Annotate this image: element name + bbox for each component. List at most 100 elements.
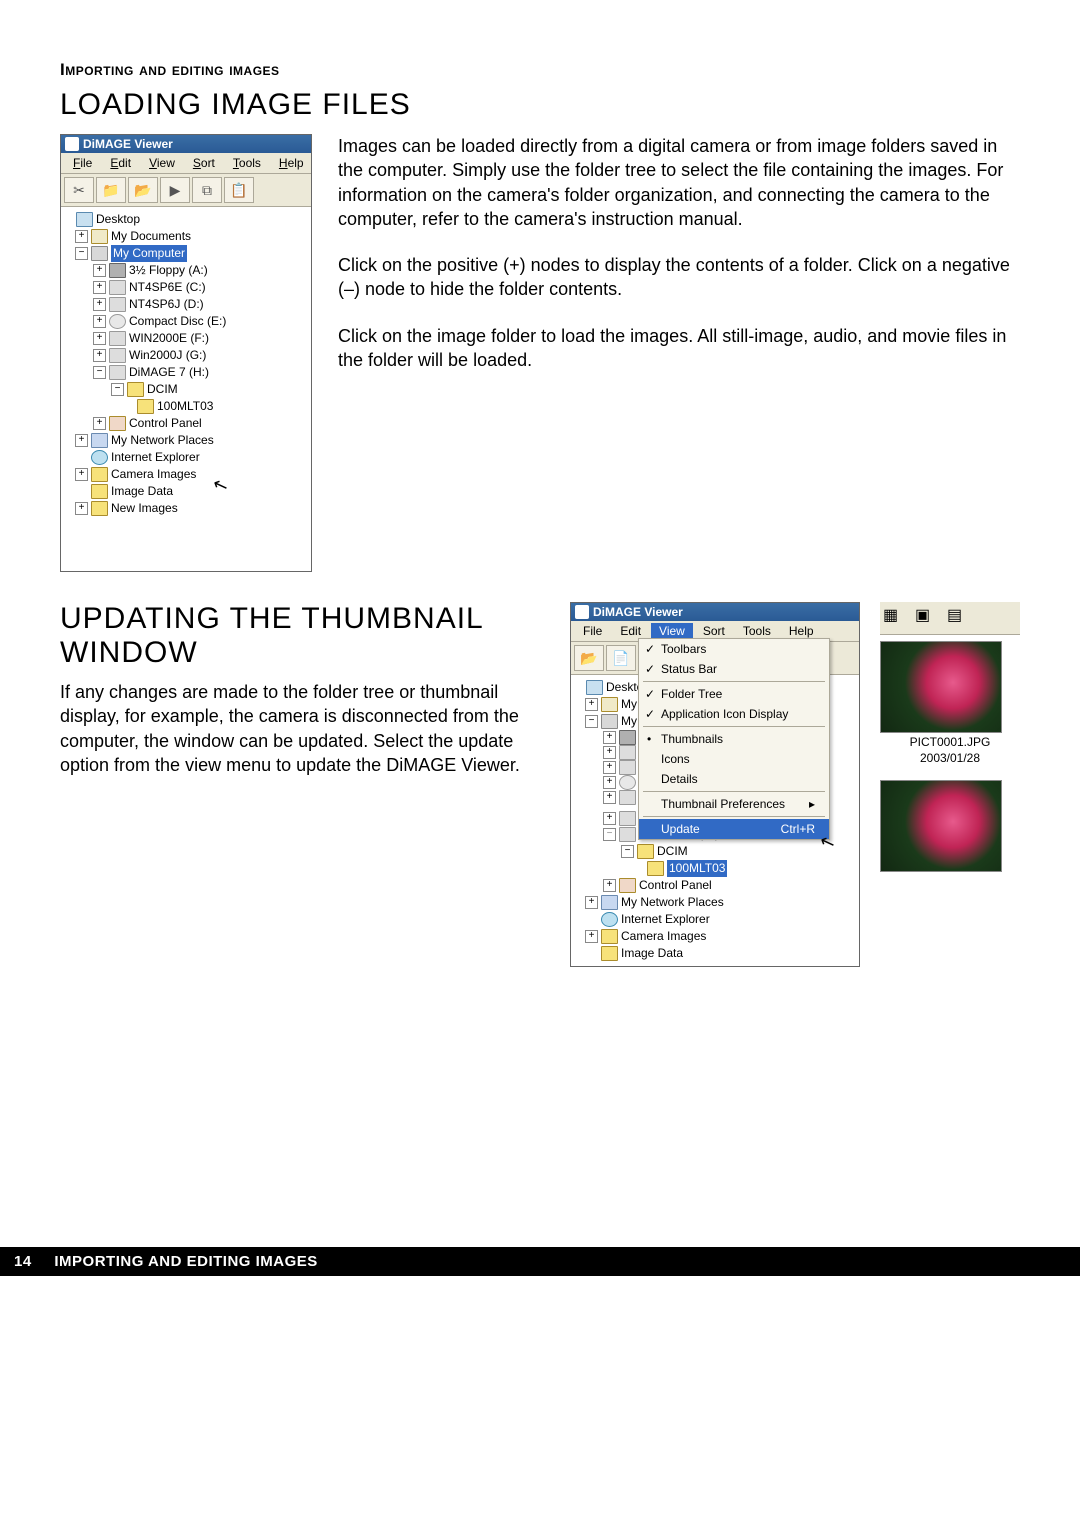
- thumb-view1-icon[interactable]: ▦: [883, 605, 913, 631]
- tree-ie[interactable]: Internet Explorer: [111, 449, 200, 466]
- tool-cut-icon[interactable]: ✂: [64, 177, 94, 203]
- expand-icon[interactable]: +: [603, 746, 616, 759]
- tool-new-icon[interactable]: 📄: [606, 645, 636, 671]
- tree-cam[interactable]: Camera Images: [621, 928, 706, 945]
- tree-net[interactable]: My Network Places: [111, 432, 214, 449]
- tool-copy-icon[interactable]: ⧉: [192, 177, 222, 203]
- tool-folder-icon[interactable]: 📁: [96, 177, 126, 203]
- menu-thumbnails[interactable]: Thumbnails: [639, 729, 829, 749]
- menu-help[interactable]: Help: [271, 155, 312, 171]
- expand-icon[interactable]: +: [93, 281, 106, 294]
- menu-thumbprefs[interactable]: Thumbnail Preferences▸: [639, 794, 829, 814]
- menu-view[interactable]: View: [651, 623, 693, 639]
- collapse-icon[interactable]: −: [585, 715, 598, 728]
- menu-update[interactable]: UpdateCtrl+R: [639, 819, 829, 839]
- menu-file[interactable]: File: [575, 623, 610, 639]
- tree-ie[interactable]: Internet Explorer: [621, 911, 710, 928]
- tree-dcim[interactable]: DCIM: [147, 381, 178, 398]
- menu-edit[interactable]: Edit: [612, 623, 649, 639]
- expand-icon[interactable]: +: [93, 298, 106, 311]
- tree-cp[interactable]: Control Panel: [129, 415, 202, 432]
- expand-icon[interactable]: +: [93, 264, 106, 277]
- expand-icon[interactable]: +: [603, 776, 616, 789]
- tree-my-short[interactable]: My: [621, 696, 637, 713]
- collapse-icon[interactable]: −: [621, 845, 634, 858]
- menu-tools[interactable]: Tools: [225, 155, 269, 171]
- menu-view[interactable]: View: [141, 155, 183, 171]
- expand-icon[interactable]: +: [585, 896, 598, 909]
- collapse-icon[interactable]: −: [93, 366, 106, 379]
- thumb-view2-icon[interactable]: ▣: [915, 605, 945, 631]
- expand-icon[interactable]: +: [75, 434, 88, 447]
- tree-net[interactable]: My Network Places: [621, 894, 724, 911]
- view-dropdown[interactable]: Toolbars Status Bar Folder Tree Applicat…: [638, 638, 830, 840]
- tree-desktop[interactable]: Desktop: [96, 211, 140, 228]
- thumb-view3-icon[interactable]: ▤: [947, 605, 977, 631]
- tree-cam[interactable]: Camera Images: [111, 466, 196, 483]
- drive-icon: [619, 827, 636, 842]
- tree-mydocs[interactable]: My Documents: [111, 228, 191, 245]
- expand-icon[interactable]: +: [603, 812, 616, 825]
- drive-icon: [109, 280, 126, 295]
- collapse-icon[interactable]: −: [603, 828, 616, 841]
- folder-tree[interactable]: Desktop + My Documents − My Computer +3½ F…: [61, 207, 311, 571]
- tree-f[interactable]: WIN2000E (F:): [129, 330, 209, 347]
- thumbnail-image[interactable]: [880, 780, 1002, 872]
- menu-icons[interactable]: Icons: [639, 749, 829, 769]
- tool-paste-icon[interactable]: 📋: [224, 177, 254, 203]
- tool-run-icon[interactable]: ▶: [160, 177, 190, 203]
- expand-icon[interactable]: +: [585, 698, 598, 711]
- menu-details[interactable]: Details: [639, 769, 829, 789]
- tree-h[interactable]: DiMAGE 7 (H:): [129, 364, 209, 381]
- ie-icon: [91, 450, 108, 465]
- expand-icon[interactable]: +: [93, 349, 106, 362]
- network-icon: [601, 895, 618, 910]
- titlebar[interactable]: DiMAGE Viewer: [61, 135, 311, 153]
- tree-dcim[interactable]: DCIM: [657, 843, 688, 860]
- menu-sort[interactable]: Sort: [185, 155, 223, 171]
- collapse-icon[interactable]: −: [75, 247, 88, 260]
- tree-newimg[interactable]: New Images: [111, 500, 178, 517]
- menu-tools[interactable]: Tools: [735, 623, 779, 639]
- menu-statusbar[interactable]: Status Bar: [639, 659, 829, 679]
- tree-e[interactable]: Compact Disc (E:): [129, 313, 226, 330]
- expand-icon[interactable]: +: [93, 332, 106, 345]
- thumb-toolbar: ▦ ▣ ▤: [880, 602, 1020, 635]
- menu-foldertree[interactable]: Folder Tree: [639, 684, 829, 704]
- thumbnail-image[interactable]: [880, 641, 1002, 733]
- expand-icon[interactable]: +: [603, 731, 616, 744]
- expand-icon[interactable]: +: [93, 315, 106, 328]
- tree-d[interactable]: NT4SP6J (D:): [129, 296, 204, 313]
- expand-icon[interactable]: +: [603, 761, 616, 774]
- expand-icon[interactable]: +: [603, 791, 616, 804]
- menu-toolbars[interactable]: Toolbars: [639, 639, 829, 659]
- updating-block: UPDATING THE THUMBNAIL WINDOW If any cha…: [60, 602, 1020, 967]
- tool-open-icon[interactable]: 📂: [574, 645, 604, 671]
- tree-imgdata[interactable]: Image Data: [111, 483, 173, 500]
- tool-folder2-icon[interactable]: 📂: [128, 177, 158, 203]
- tree-floppy[interactable]: 3½ Floppy (A:): [129, 262, 208, 279]
- expand-icon[interactable]: +: [75, 502, 88, 515]
- menu-edit[interactable]: Edit: [102, 155, 139, 171]
- tree-cp[interactable]: Control Panel: [639, 877, 712, 894]
- menu-file[interactable]: File: [65, 155, 100, 171]
- menu-sort[interactable]: Sort: [695, 623, 733, 639]
- menu-help[interactable]: Help: [781, 623, 822, 639]
- cd-icon: [109, 314, 126, 329]
- expand-icon[interactable]: +: [75, 468, 88, 481]
- submenu-arrow-icon: ▸: [809, 797, 815, 811]
- tree-c[interactable]: NT4SP6E (C:): [129, 279, 206, 296]
- expand-icon[interactable]: +: [75, 230, 88, 243]
- tree-imgdata[interactable]: Image Data: [621, 945, 683, 962]
- expand-icon[interactable]: +: [603, 879, 616, 892]
- tree-my-short2[interactable]: My: [621, 713, 637, 730]
- menu-appicon[interactable]: Application Icon Display: [639, 704, 829, 724]
- tree-mycomputer[interactable]: My Computer: [111, 245, 187, 262]
- tree-g[interactable]: Win2000J (G:): [129, 347, 206, 364]
- collapse-icon[interactable]: −: [111, 383, 124, 396]
- expand-icon[interactable]: +: [93, 417, 106, 430]
- expand-icon[interactable]: +: [585, 930, 598, 943]
- titlebar[interactable]: DiMAGE Viewer: [571, 603, 859, 621]
- tree-leaf[interactable]: 100MLT03: [667, 860, 727, 877]
- tree-leaf[interactable]: 100MLT03: [157, 398, 213, 415]
